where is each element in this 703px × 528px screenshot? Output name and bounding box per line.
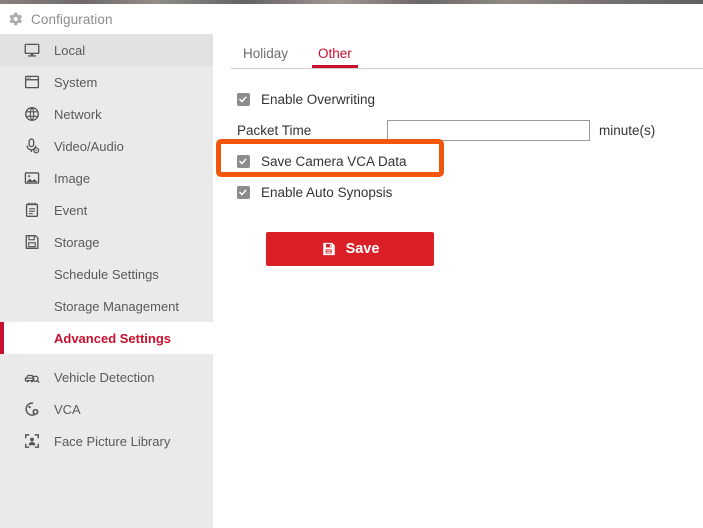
sidebar-item-image[interactable]: Image <box>0 162 213 194</box>
sidebar-item-label: Face Picture Library <box>54 434 170 449</box>
face-frame-icon <box>22 432 41 451</box>
sidebar-item-schedule-settings[interactable]: Schedule Settings <box>0 258 213 290</box>
window-header: Configuration <box>0 4 703 34</box>
settings-form: Enable Overwriting Packet Time minute(s)… <box>213 69 703 266</box>
enable-auto-synopsis-checkbox[interactable] <box>237 186 250 199</box>
sidebar-item-storage[interactable]: Storage <box>0 226 213 258</box>
sidebar-item-label: Storage Management <box>54 299 179 314</box>
sidebar-item-video-audio[interactable]: Video/Audio <box>0 130 213 162</box>
vca-icon <box>22 400 41 419</box>
sidebar-item-advanced-settings[interactable]: Advanced Settings <box>0 322 213 354</box>
sidebar-item-label: Image <box>54 171 90 186</box>
globe-icon <box>22 105 41 124</box>
row-packet-time: Packet Time minute(s) <box>237 116 703 144</box>
gear-icon <box>6 10 24 28</box>
save-button[interactable]: Save <box>266 232 434 266</box>
floppy-disk-icon <box>321 241 337 257</box>
packet-time-label: Packet Time <box>237 123 387 138</box>
window-title: Configuration <box>31 12 113 27</box>
row-enable-overwriting: Enable Overwriting <box>237 85 703 113</box>
tab-other[interactable]: Other <box>312 46 358 68</box>
sidebar-item-local[interactable]: Local <box>0 34 213 66</box>
sidebar-item-label: Event <box>54 203 87 218</box>
enable-overwriting-label: Enable Overwriting <box>261 92 375 107</box>
sidebar-item-label: Storage <box>54 235 100 250</box>
picture-icon <box>22 169 41 188</box>
sidebar-item-label: Local <box>54 43 85 58</box>
microphone-icon <box>22 137 41 156</box>
car-search-icon <box>22 368 41 387</box>
sidebar-item-label: Vehicle Detection <box>54 370 154 385</box>
row-save-camera-vca-data: Save Camera VCA Data <box>237 147 703 175</box>
tab-bar: Holiday Other <box>237 34 703 68</box>
sidebar-item-label: System <box>54 75 97 90</box>
sidebar-item-label: Network <box>54 107 102 122</box>
sidebar-item-label: Advanced Settings <box>54 331 171 346</box>
window-icon <box>22 73 41 92</box>
sidebar-item-network[interactable]: Network <box>0 98 213 130</box>
sidebar-item-label: Schedule Settings <box>54 267 159 282</box>
enable-overwriting-checkbox[interactable] <box>237 93 250 106</box>
save-camera-vca-data-checkbox[interactable] <box>237 155 250 168</box>
sidebar-item-face-picture-library[interactable]: Face Picture Library <box>0 425 213 457</box>
save-camera-vca-data-label: Save Camera VCA Data <box>261 154 407 169</box>
sidebar-item-label: VCA <box>54 402 81 417</box>
sidebar-item-vca[interactable]: VCA <box>0 393 213 425</box>
sidebar-item-system[interactable]: System <box>0 66 213 98</box>
sidebar-item-vehicle-detection[interactable]: Vehicle Detection <box>0 361 213 393</box>
floppy-disk-icon <box>22 233 41 252</box>
tab-label: Holiday <box>243 46 288 61</box>
clipboard-icon <box>22 201 41 220</box>
tab-label: Other <box>318 46 352 61</box>
monitor-icon <box>22 41 41 60</box>
packet-time-input[interactable] <box>387 120 590 141</box>
row-enable-auto-synopsis: Enable Auto Synopsis <box>237 178 703 206</box>
sidebar-item-storage-management[interactable]: Storage Management <box>0 290 213 322</box>
sidebar-item-label: Video/Audio <box>54 139 124 154</box>
main-content: Holiday Other Enable Overwriting Packet … <box>213 34 703 528</box>
sidebar-item-event[interactable]: Event <box>0 194 213 226</box>
enable-auto-synopsis-label: Enable Auto Synopsis <box>261 185 392 200</box>
save-button-label: Save <box>346 241 380 257</box>
packet-time-unit: minute(s) <box>599 123 655 138</box>
tab-holiday[interactable]: Holiday <box>237 46 294 68</box>
sidebar: Local System Network <box>0 34 213 528</box>
sidebar-spacer <box>0 354 213 361</box>
